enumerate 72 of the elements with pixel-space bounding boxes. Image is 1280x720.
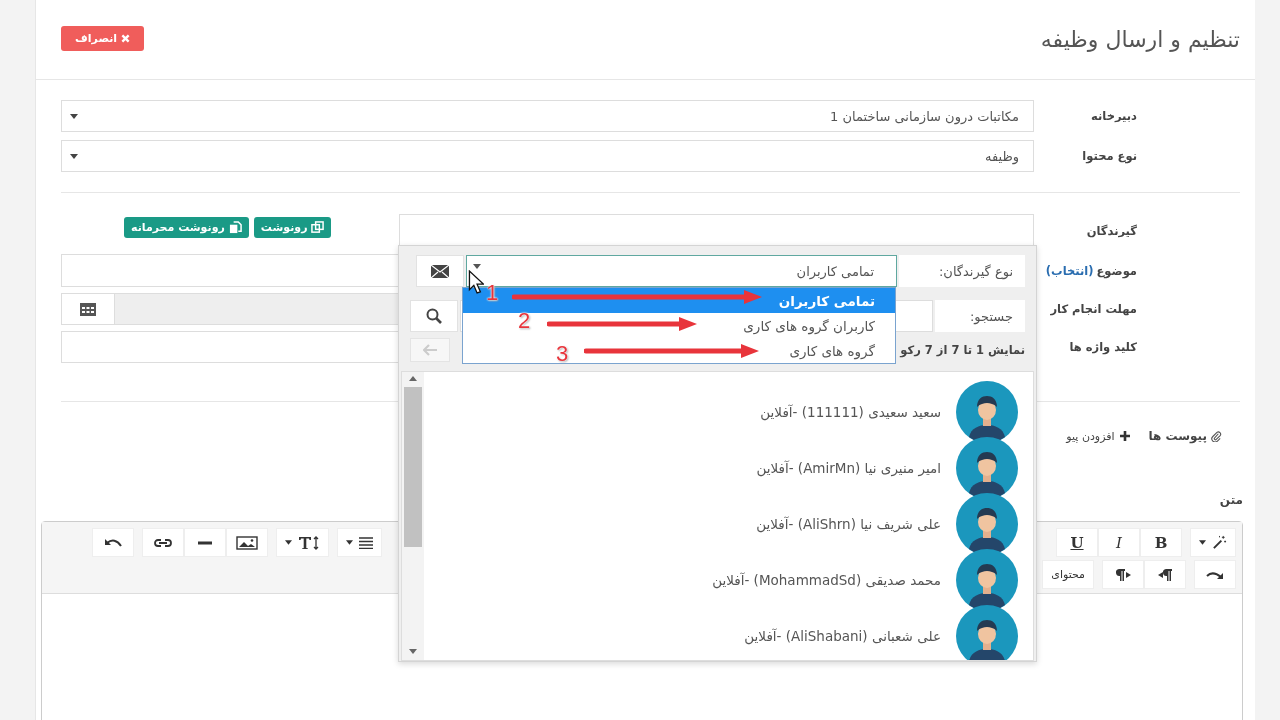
caret-icon [1199, 540, 1206, 545]
search-icon [426, 308, 442, 324]
rtl-button[interactable] [1144, 560, 1186, 589]
user-item[interactable]: علی شعبانی (AliShabani) -آفلاین [424, 608, 1018, 660]
caret-icon [346, 540, 353, 545]
underline-button[interactable]: U [1056, 528, 1098, 557]
close-icon [121, 34, 131, 43]
field-label: موضوع [1096, 263, 1137, 278]
select-field[interactable]: مکاتبات درون سازمانی ساختمان 1 [61, 100, 1034, 132]
paperclip-icon [1211, 430, 1222, 442]
undo-icon [104, 537, 122, 548]
align-button[interactable] [337, 528, 382, 557]
horizontal-line-button[interactable] [184, 528, 226, 557]
documents-icon [228, 221, 242, 234]
scrollbar[interactable] [402, 372, 424, 660]
field-label: نوع محتوا [1081, 149, 1137, 163]
calendar-icon [79, 301, 97, 317]
caret-icon [70, 153, 78, 159]
caret-icon [285, 540, 292, 545]
paragraph-icon [1115, 567, 1131, 582]
select-field[interactable]: وظیفه [61, 140, 1034, 172]
select-link[interactable]: (انتخاب) [1045, 263, 1094, 278]
align-icon [359, 536, 373, 549]
copy-icon [311, 221, 325, 234]
field-label: مهلت انجام کار [1049, 302, 1137, 316]
page-title: تنظیم و ارسال وظیفه [1040, 27, 1240, 52]
avatar-icon [956, 381, 1018, 443]
attachments-label: پیوست ها [1148, 429, 1207, 443]
user-item[interactable]: علی شریف نیا (AliShrn) -آفلاین [424, 496, 1018, 552]
link-icon [153, 537, 173, 548]
redo-button[interactable] [1194, 560, 1236, 589]
field-label: کلید واژه ها [1068, 340, 1137, 354]
redo-icon [1206, 569, 1224, 580]
user-item[interactable]: محمد صدیقی (MohammadSd) -آفلاین [424, 552, 1018, 608]
italic-button[interactable]: I [1098, 528, 1140, 557]
step-number: 3 [556, 343, 569, 365]
ltr-button[interactable] [1102, 560, 1144, 589]
bold-button[interactable]: B [1140, 528, 1182, 557]
field-label: دبیرخانه [1090, 109, 1137, 123]
link-button[interactable] [142, 528, 184, 557]
envelope-icon [431, 264, 449, 278]
undo-button[interactable] [92, 528, 134, 557]
records-info: نمایش 1 تا 7 از 7 رکو [900, 343, 1025, 357]
font-size-icon [298, 535, 320, 550]
search-button[interactable] [410, 300, 458, 332]
caret-icon [70, 113, 78, 119]
image-button[interactable] [226, 528, 268, 557]
dropdown-option[interactable]: کاربران گروه های کاری [743, 317, 875, 334]
font-size-button[interactable] [276, 528, 329, 557]
mail-button[interactable] [416, 255, 464, 287]
field-label: گیرندگان [1085, 224, 1137, 238]
search-label: جستجو: [935, 300, 1025, 332]
magic-wand-icon [1212, 535, 1227, 550]
step-number: 2 [518, 310, 531, 332]
add-attachment-link[interactable]: افزودن پیو [1066, 429, 1115, 443]
dropdown-option[interactable]: گروه های کاری [789, 342, 875, 359]
arrow-left-icon [423, 344, 437, 356]
recipient-type-label: نوع گیرندگان: [899, 255, 1025, 287]
scroll-down-icon [409, 649, 417, 654]
plus-icon [1118, 430, 1131, 442]
user-item[interactable]: سعید سعیدی (111111) -آفلاین [424, 384, 1018, 440]
format-button[interactable] [1190, 528, 1236, 557]
scroll-up-icon [409, 376, 417, 381]
avatar-icon [956, 605, 1018, 660]
body-label: متن [1218, 493, 1244, 507]
avatar-icon [956, 493, 1018, 555]
avatar-icon [956, 437, 1018, 499]
paragraph-icon [1157, 567, 1173, 582]
content-button[interactable]: محتوای [1042, 560, 1094, 589]
user-item[interactable]: امیر منیری نیا (AmirMn) -آفلاین [424, 440, 1018, 496]
image-icon [236, 535, 258, 550]
avatar-icon [956, 549, 1018, 611]
